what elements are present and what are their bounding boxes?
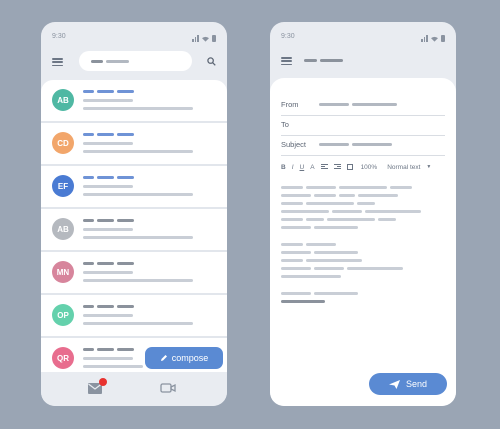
inbox-screen: 9:30 AB CD EF AB MN OP QR compose bbox=[41, 22, 227, 406]
video-icon[interactable] bbox=[160, 382, 176, 394]
checkbox-icon[interactable] bbox=[346, 164, 353, 170]
avatar: CD bbox=[52, 132, 74, 154]
formatting-toolbar: B I U A 100% Normal text ▼ bbox=[281, 162, 445, 172]
message-body[interactable] bbox=[281, 186, 421, 308]
page-title bbox=[304, 59, 343, 62]
font-size-button[interactable]: A bbox=[310, 164, 314, 171]
signal-icon bbox=[421, 35, 428, 42]
list-item[interactable]: EF bbox=[41, 166, 227, 209]
status-bar: 9:30 bbox=[281, 33, 445, 43]
align-right-icon[interactable] bbox=[333, 164, 341, 170]
text-style-select[interactable]: Normal text bbox=[387, 164, 420, 171]
signal-icon bbox=[192, 35, 199, 42]
hamburger-icon[interactable] bbox=[52, 58, 63, 66]
notification-badge bbox=[99, 378, 107, 386]
send-button[interactable]: Send bbox=[369, 373, 447, 395]
list-item[interactable]: AB bbox=[41, 209, 227, 252]
list-item[interactable]: CD bbox=[41, 123, 227, 166]
search-icon[interactable] bbox=[207, 57, 216, 66]
italic-button[interactable]: I bbox=[292, 164, 294, 171]
compose-form: From To Subject B I U A 100% Normal text… bbox=[270, 78, 456, 406]
avatar: EF bbox=[52, 175, 74, 197]
compose-screen: 9:30 From To Subject B I U A 100% Normal… bbox=[270, 22, 456, 406]
avatar: OP bbox=[52, 304, 74, 326]
subject-field[interactable]: Subject bbox=[281, 138, 445, 156]
email-list: AB CD EF AB MN OP QR bbox=[41, 80, 227, 381]
status-time: 9:30 bbox=[281, 33, 295, 40]
send-label: Send bbox=[405, 379, 428, 389]
underline-button[interactable]: U bbox=[300, 164, 305, 171]
zoom-level[interactable]: 100% bbox=[361, 164, 378, 171]
status-bar: 9:30 bbox=[52, 33, 216, 43]
wifi-icon bbox=[202, 36, 209, 42]
avatar: AB bbox=[52, 218, 74, 240]
align-left-icon[interactable] bbox=[320, 164, 328, 170]
hamburger-icon[interactable] bbox=[281, 57, 292, 65]
avatar: QR bbox=[52, 347, 74, 369]
from-label: From bbox=[281, 100, 299, 109]
to-field[interactable]: To bbox=[281, 118, 445, 136]
compose-button[interactable]: compose bbox=[145, 347, 223, 369]
to-label: To bbox=[281, 120, 289, 129]
bold-button[interactable]: B bbox=[281, 164, 286, 171]
list-item[interactable]: MN bbox=[41, 252, 227, 295]
from-field[interactable]: From bbox=[281, 98, 445, 116]
wifi-icon bbox=[431, 36, 438, 42]
battery-icon bbox=[441, 35, 445, 42]
bottom-nav bbox=[41, 372, 227, 406]
avatar: AB bbox=[52, 89, 74, 111]
compose-label: compose bbox=[171, 353, 209, 363]
battery-icon bbox=[212, 35, 216, 42]
list-item[interactable]: AB bbox=[41, 80, 227, 123]
status-time: 9:30 bbox=[52, 33, 66, 40]
subject-label: Subject bbox=[281, 140, 307, 149]
chevron-down-icon[interactable]: ▼ bbox=[426, 164, 431, 170]
pencil-icon bbox=[160, 355, 167, 361]
search-input[interactable] bbox=[79, 51, 192, 71]
paper-plane-icon bbox=[388, 379, 400, 389]
avatar: MN bbox=[52, 261, 74, 283]
list-item[interactable]: OP bbox=[41, 295, 227, 338]
